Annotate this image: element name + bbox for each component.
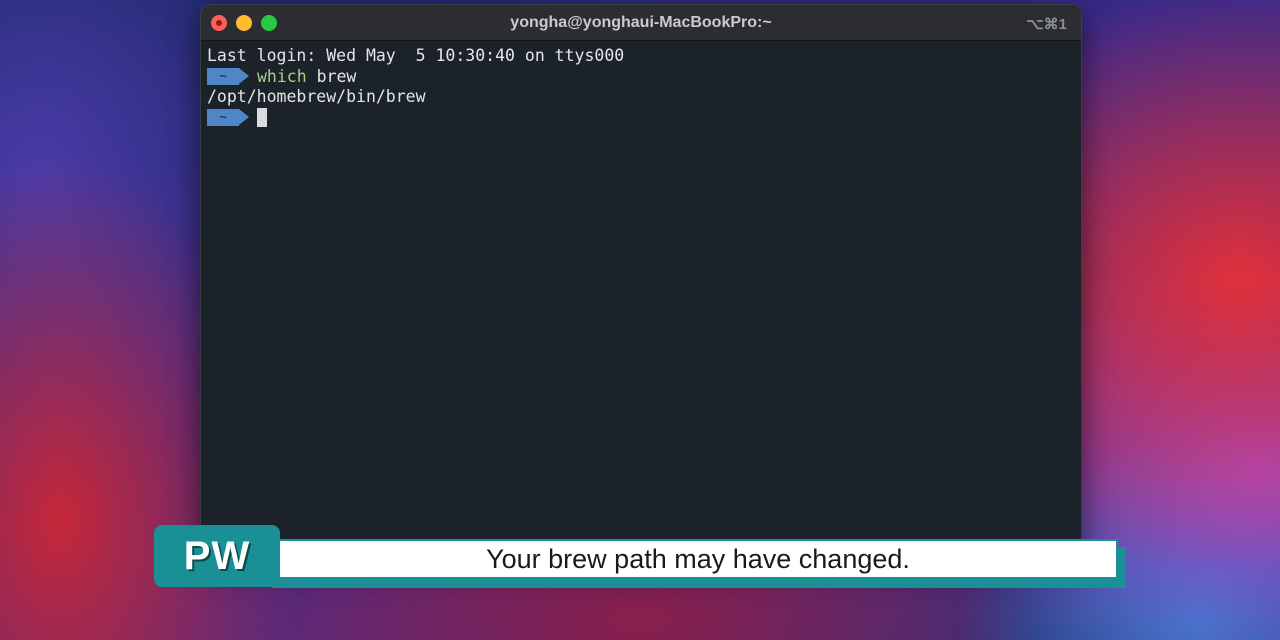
window-title: yongha@yonghaui-MacBookPro:~ (510, 14, 772, 31)
command-args: brew (306, 66, 357, 86)
last-login-line: Last login: Wed May 5 10:30:40 on ttys00… (207, 46, 625, 65)
prompt-badge: ~ (207, 68, 249, 86)
terminal-output[interactable]: Last login: Wed May 5 10:30:40 on ttys00… (201, 41, 1081, 133)
command-output: /opt/homebrew/bin/brew (207, 87, 426, 106)
caption-text: Your brew path may have changed. (278, 539, 1118, 579)
terminal-window[interactable]: yongha@yonghaui-MacBookPro:~ ⌥⌘1 Last lo… (200, 4, 1082, 564)
prompt-badge: ~ (207, 109, 249, 127)
command-line: ~ which brew (207, 67, 1075, 88)
current-prompt-line[interactable]: ~ (207, 108, 1075, 129)
channel-badge: PW (154, 525, 280, 587)
command-name: which (257, 66, 307, 86)
subtitle-caption: Your brew path may have changed. PW (154, 525, 1126, 588)
window-shortcut: ⌥⌘1 (1026, 16, 1067, 33)
title-bar[interactable]: yongha@yonghaui-MacBookPro:~ ⌥⌘1 (201, 5, 1081, 41)
text-cursor (257, 108, 267, 128)
